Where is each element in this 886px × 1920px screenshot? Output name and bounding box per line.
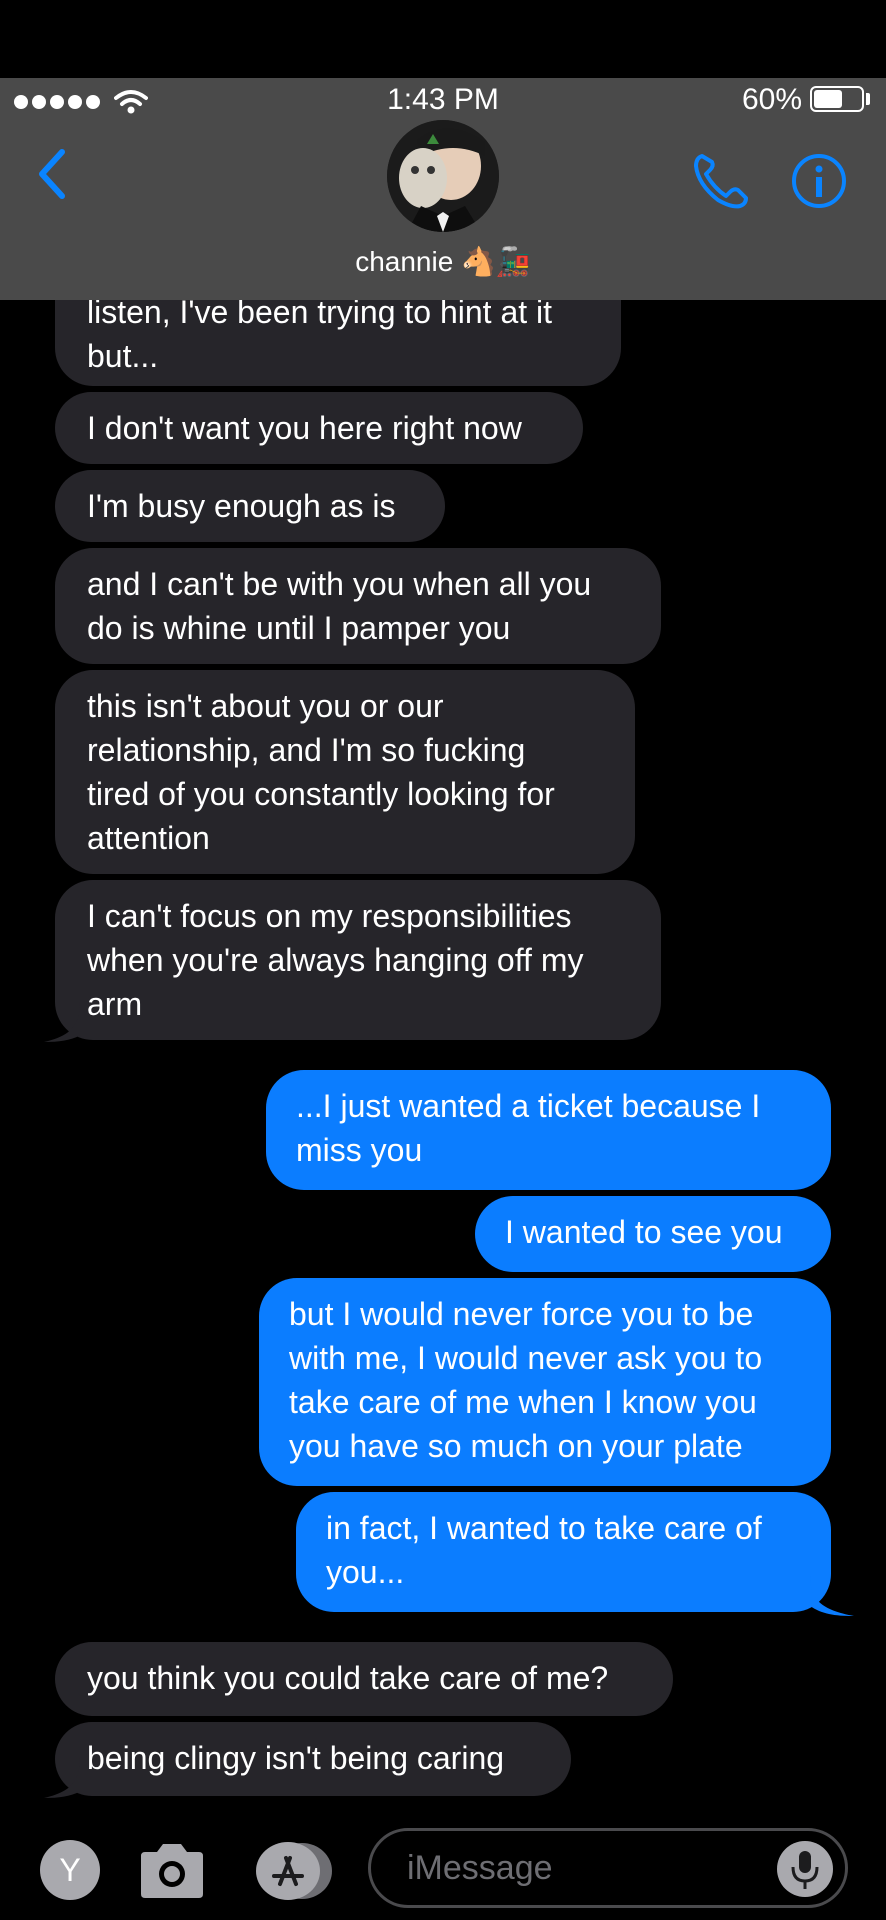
incoming-message[interactable]: and I can't be with you when all you do …: [55, 548, 661, 664]
incoming-message[interactable]: I can't focus on my responsibilities whe…: [55, 880, 661, 1040]
incoming-message[interactable]: this isn't about you or our relationship…: [55, 670, 635, 874]
outgoing-message[interactable]: but I would never force you to be with m…: [259, 1278, 831, 1486]
top-black-strip: [0, 0, 886, 78]
incoming-tail-icon: [44, 1002, 80, 1042]
incoming-message[interactable]: I don't want you here right now: [55, 392, 583, 464]
outgoing-message[interactable]: I wanted to see you: [475, 1196, 831, 1272]
info-icon[interactable]: [790, 152, 848, 210]
phone-icon[interactable]: [690, 150, 752, 212]
imessage-placeholder: iMessage: [407, 1849, 553, 1887]
battery-percent: 60%: [742, 83, 803, 116]
microphone-icon: [791, 1851, 819, 1889]
outgoing-message[interactable]: in fact, I wanted to take care of you...: [296, 1492, 831, 1612]
incoming-message[interactable]: being clingy isn't being caring: [55, 1722, 571, 1796]
incoming-tail-icon: [44, 1758, 80, 1798]
camera-icon[interactable]: [137, 1840, 207, 1900]
battery-icon: [810, 86, 864, 112]
imessage-input[interactable]: iMessage: [368, 1828, 848, 1908]
app-store-icon[interactable]: [252, 1840, 336, 1902]
outgoing-message[interactable]: ...I just wanted a ticket because I miss…: [266, 1070, 831, 1190]
battery-nub: [866, 93, 870, 105]
contact-name[interactable]: channie 🐴🚂: [0, 244, 886, 280]
compose-bar: Y iMessage: [0, 1800, 886, 1920]
app-y-button[interactable]: Y: [40, 1840, 100, 1900]
outgoing-tail-icon: [810, 1576, 854, 1616]
contact-avatar[interactable]: [387, 120, 499, 232]
microphone-button[interactable]: [777, 1841, 833, 1897]
incoming-message[interactable]: I'm busy enough as is: [55, 470, 445, 542]
back-chevron-icon[interactable]: [34, 148, 68, 200]
incoming-message[interactable]: you think you could take care of me?: [55, 1642, 673, 1716]
navigation-header: 1:43 PM 60% channie 🐴🚂: [0, 0, 886, 300]
